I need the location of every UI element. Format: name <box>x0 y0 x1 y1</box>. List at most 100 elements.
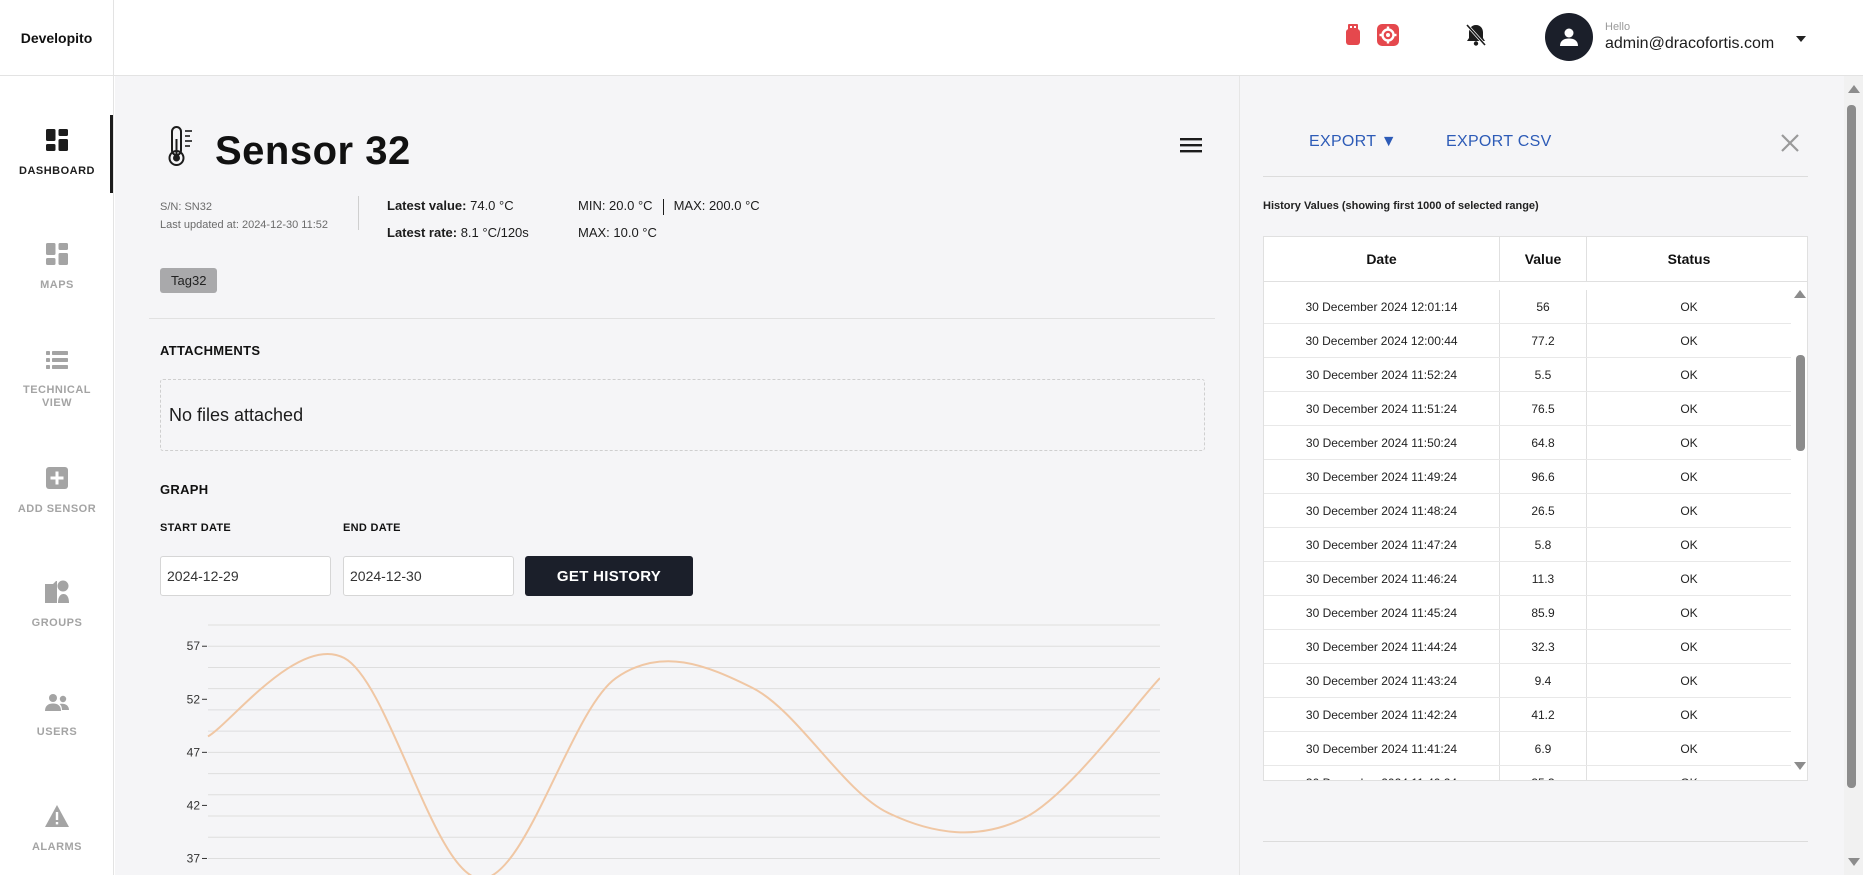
last-updated: Last updated at: 2024-12-30 11:52 <box>160 219 328 231</box>
chevron-down-icon[interactable] <box>1796 36 1806 42</box>
cell-date: 30 December 2024 11:45:24 <box>1264 596 1500 629</box>
table-row[interactable]: 30 December 2024 12:00:44 77.2 OK <box>1264 324 1791 358</box>
cell-value: 76.5 <box>1500 392 1587 425</box>
min-max-values: MIN: 20.0 °C MAX: 200.0 °C MAX: 10.0 °C <box>578 192 760 246</box>
sidebar: DASHBOARD MAPS TECHNICAL VIEW ADD SENSOR <box>0 76 114 875</box>
cell-status: OK <box>1587 766 1791 781</box>
cell-date: 30 December 2024 11:46:24 <box>1264 562 1500 595</box>
sidebar-item-users[interactable]: USERS <box>0 693 114 739</box>
table-row[interactable]: 30 December 2024 11:52:24 5.5 OK <box>1264 358 1791 392</box>
sidebar-item-maps[interactable]: MAPS <box>0 242 114 292</box>
graph-heading: GRAPH <box>160 482 209 497</box>
users-icon <box>44 693 70 718</box>
tag-badge[interactable]: Tag32 <box>160 268 218 293</box>
bell-off-icon[interactable] <box>1463 22 1489 48</box>
max-value: MAX: 200.0 °C <box>673 198 760 213</box>
page-title: Sensor 32 <box>215 129 411 173</box>
sidebar-item-add-sensor[interactable]: ADD SENSOR <box>0 466 114 516</box>
min-value: MIN: 20.0 °C <box>578 198 653 213</box>
cell-value: 6.9 <box>1500 732 1587 765</box>
cell-date: 30 December 2024 11:50:24 <box>1264 426 1500 459</box>
sidebar-item-technical-view[interactable]: TECHNICAL VIEW <box>0 349 114 410</box>
serial-number: S/N: SN32 <box>160 201 212 213</box>
export-dropdown-button[interactable]: EXPORT ▼ <box>1309 133 1397 151</box>
sidebar-item-dashboard[interactable]: DASHBOARD <box>0 128 114 178</box>
cell-date: 30 December 2024 11:43:24 <box>1264 664 1500 697</box>
user-greeting: Hello admin@dracofortis.com <box>1605 20 1774 54</box>
user-menu[interactable]: Hello admin@dracofortis.com <box>1545 12 1774 62</box>
maps-icon <box>45 242 69 271</box>
table-row[interactable]: 30 December 2024 11:42:24 41.2 OK <box>1264 698 1791 732</box>
cell-date: 30 December 2024 11:48:24 <box>1264 494 1500 527</box>
close-icon[interactable] <box>1779 132 1801 154</box>
cell-value: 11.3 <box>1500 562 1587 595</box>
column-header-date[interactable]: Date <box>1264 237 1500 281</box>
sidebar-item-groups[interactable]: GROUPS <box>0 578 114 630</box>
settings-badge-icon[interactable] <box>1375 22 1401 48</box>
get-history-button[interactable]: GET HISTORY <box>525 556 693 596</box>
menu-icon[interactable] <box>1180 136 1202 159</box>
table-row[interactable]: 30 December 2024 11:46:24 11.3 OK <box>1264 562 1791 596</box>
sidebar-item-alarms[interactable]: ALARMS <box>0 804 114 854</box>
page-scrollbar-thumb[interactable] <box>1847 105 1856 788</box>
cell-status: OK <box>1680 367 1698 382</box>
scroll-down-arrow-icon[interactable] <box>1794 762 1806 770</box>
table-body[interactable]: 30 December 2024 12:01:14 56 OK 30 December… <box>1264 290 1791 781</box>
cell-status: OK <box>1680 707 1698 722</box>
sidebar-item-label: USERS <box>36 726 78 738</box>
brand-logo[interactable]: Developito <box>0 0 114 76</box>
cell-date: 30 December 2024 11:52:24 <box>1264 358 1500 391</box>
start-date-label: START DATE <box>160 522 232 534</box>
latest-value-label: Latest value: <box>387 198 467 213</box>
cell-status: OK <box>1680 401 1698 416</box>
sensor-meta: S/N: SN32 Last updated at: 2024-12-30 11… <box>160 198 328 234</box>
table-row[interactable]: 30 December 2024 11:50:24 64.8 OK <box>1264 426 1791 460</box>
cell-status: OK <box>1680 469 1698 484</box>
scroll-up-arrow-icon[interactable] <box>1794 290 1806 298</box>
plus-square-icon <box>45 466 69 495</box>
table-row[interactable]: 30 December 2024 11:47:24 5.8 OK <box>1264 528 1791 562</box>
cell-status: OK <box>1680 503 1698 518</box>
column-header-value[interactable]: Value <box>1500 237 1587 281</box>
y-tick-label: 37 <box>187 851 201 865</box>
attachments-dropzone[interactable]: No files attached <box>160 379 1205 451</box>
series-line[interactable] <box>207 653 1160 875</box>
greeting-text: Hello <box>1605 21 1631 33</box>
cell-date: 30 December 2024 11:51:24 <box>1264 392 1500 425</box>
app-root: Developito Hello admin@dracofortis.com D… <box>0 0 1863 875</box>
cell-value: 5.5 <box>1500 358 1587 391</box>
table-row[interactable]: 30 December 2024 11:43:24 9.4 OK <box>1264 664 1791 698</box>
latest-readings: Latest value: 74.0 °C Latest rate: 8.1 °… <box>387 192 529 246</box>
table-row[interactable]: 30 December 2024 11:48:24 26.5 OK <box>1264 494 1791 528</box>
export-csv-button[interactable]: EXPORT CSV <box>1446 133 1552 151</box>
table-row[interactable]: 30 December 2024 11:51:24 76.5 OK <box>1264 392 1791 426</box>
table-row[interactable]: 30 December 2024 11:41:24 6.9 OK <box>1264 732 1791 766</box>
scroll-up-arrow-icon[interactable] <box>1848 85 1860 93</box>
end-date-input[interactable] <box>343 556 514 596</box>
cell-value: 35.3 <box>1500 766 1587 780</box>
usb-stick-icon[interactable] <box>1340 22 1366 48</box>
cell-date: 30 December 2024 11:47:24 <box>1264 528 1500 561</box>
table-row[interactable]: 30 December 2024 11:40:2435.3OK <box>1264 766 1791 781</box>
cell-status: OK <box>1680 537 1698 552</box>
table-scrollbar-thumb[interactable] <box>1796 355 1805 451</box>
avatar[interactable] <box>1545 13 1593 61</box>
sidebar-item-label: DASHBOARD <box>19 165 95 177</box>
sidebar-item-label: TECHNICAL VIEW <box>22 384 92 409</box>
cell-date: 30 December 2024 11:40:24 <box>1264 766 1500 780</box>
warning-icon <box>44 804 70 833</box>
column-header-status[interactable]: Status <box>1587 237 1791 281</box>
cell-date: 30 December 2024 11:42:24 <box>1264 698 1500 731</box>
history-chart[interactable]: 57 52 47 42 37 <box>160 615 1160 875</box>
divider <box>1263 176 1808 177</box>
table-row[interactable]: 30 December 2024 11:49:24 96.6 OK <box>1264 460 1791 494</box>
table-row[interactable]: 30 December 2024 12:01:14 56 OK <box>1264 290 1791 324</box>
sidebar-item-label: MAPS <box>40 279 74 291</box>
cell-value: 41.2 <box>1500 698 1587 731</box>
cell-status: OK <box>1680 571 1698 586</box>
table-row[interactable]: 30 December 2024 11:44:24 32.3 OK <box>1264 630 1791 664</box>
scroll-down-arrow-icon[interactable] <box>1848 858 1860 866</box>
start-date-input[interactable] <box>160 556 331 596</box>
table-row[interactable]: 30 December 2024 11:45:24 85.9 OK <box>1264 596 1791 630</box>
cell-date: 30 December 2024 12:01:14 <box>1264 290 1500 323</box>
